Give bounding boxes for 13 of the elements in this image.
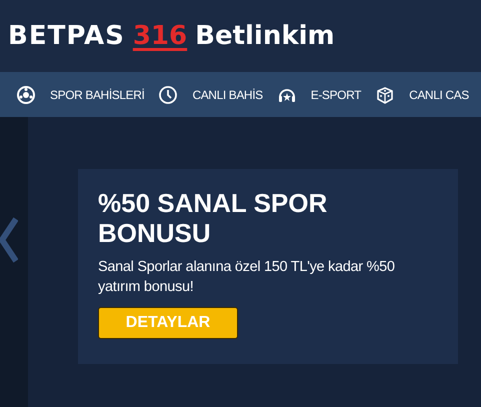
clock-icon bbox=[158, 84, 178, 104]
promo-title: %50 SANAL SPOR BONUSU bbox=[98, 189, 328, 249]
nav-link[interactable]: SPOR BAHİSLERİ bbox=[50, 86, 144, 104]
nav-link[interactable]: CANLI CAS bbox=[409, 86, 469, 104]
site-logo[interactable]: BETPAS bbox=[8, 16, 125, 56]
dice-icon bbox=[375, 84, 396, 104]
chevron-left-icon[interactable] bbox=[0, 217, 18, 263]
site-name: Betlinkim bbox=[195, 20, 335, 52]
nav-link[interactable]: E-SPORT bbox=[310, 86, 362, 104]
promo-description: Sanal Sporlar alanına özel 150 TL'ye kadar %50 yatırım bonusu! bbox=[98, 258, 396, 298]
ball-icon bbox=[16, 84, 36, 104]
logo-number: 316 bbox=[132, 20, 188, 52]
nav-link[interactable]: CANLI BAHİS bbox=[192, 86, 263, 104]
